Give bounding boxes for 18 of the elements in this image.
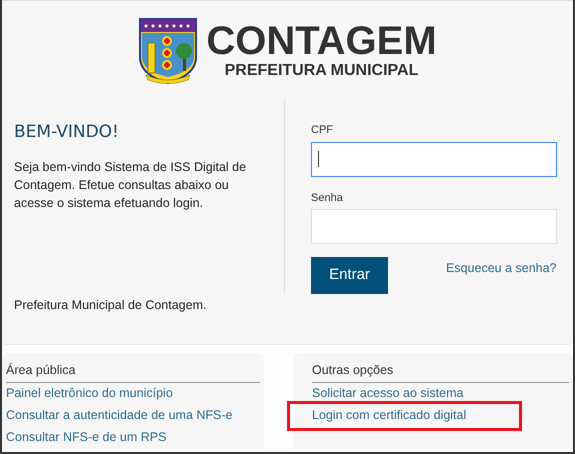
section-link[interactable]: Consultar NFS-e de um RPS (6, 428, 166, 448)
section-title: Área pública (6, 361, 260, 383)
welcome-text: Seja bem-vindo Sistema de ISS Digital de Contagem. Efetue consultas abaixo ou acesse o sistema efetuando login. (14, 158, 248, 212)
input-field[interactable] (311, 142, 557, 176)
field-label: CPF (311, 123, 334, 138)
brand-subtitle: PREFEITURA MUNICIPAL (224, 60, 418, 80)
forgot-password-link[interactable]: Esqueceu a senha? (446, 259, 557, 278)
brand-title: CONTAGEM (206, 20, 437, 60)
coat-of-arms-icon (138, 16, 198, 84)
login-button[interactable]: Entrar (311, 257, 388, 294)
welcome-footer: Prefeitura Municipal de Contagem. (14, 296, 206, 315)
section-link[interactable]: Solicitar acesso ao sistema (312, 384, 464, 404)
section-link[interactable]: Login com certificado digital (312, 406, 466, 426)
field-label: Senha (311, 190, 344, 206)
section-title: Outras opções (312, 361, 569, 383)
welcome-title: BEM-VINDO! (14, 121, 120, 144)
section-link[interactable]: Consultar a autenticidade de uma NFS-e (6, 406, 233, 426)
section-link[interactable]: Painel eletrônico do município (6, 384, 173, 404)
